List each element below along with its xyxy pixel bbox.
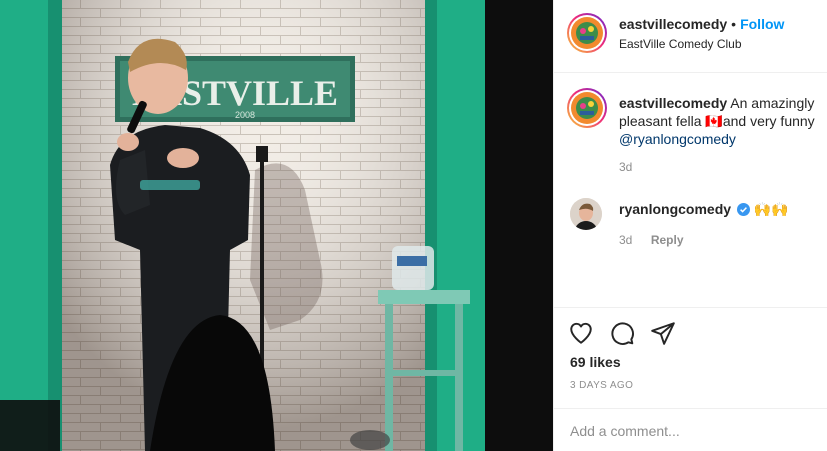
author-username[interactable]: eastvillecomedy — [619, 16, 727, 32]
caption-text: eastvillecomedy An amazingly pleasant fe… — [619, 94, 819, 148]
post-side-panel: eastvillecomedy • Follow EastVille Comedy … — [553, 0, 827, 451]
reply-button[interactable]: Reply — [651, 233, 684, 247]
canada-flag-emoji: 🇨🇦 — [705, 113, 723, 129]
caption-username[interactable]: eastvillecomedy — [619, 95, 727, 111]
separator-dot: • — [731, 16, 737, 32]
commenter-photo — [570, 198, 602, 230]
comment-text: 🙌🙌 — [753, 201, 789, 217]
comment-time[interactable]: 3d — [619, 233, 632, 247]
post-photo[interactable]: EASTVILLE 2008 — [0, 0, 553, 451]
comment-icon[interactable] — [609, 320, 635, 346]
comedy-stage-photo: EASTVILLE 2008 — [0, 0, 553, 451]
verified-badge-icon — [736, 202, 750, 220]
author-avatar[interactable] — [567, 13, 607, 53]
follow-button[interactable]: Follow — [740, 16, 784, 32]
heart-icon[interactable] — [568, 320, 594, 346]
add-comment-input[interactable] — [570, 421, 810, 441]
caption-time[interactable]: 3d — [619, 160, 632, 174]
eastville-logo-icon — [571, 92, 603, 124]
commenter-username[interactable]: ryanlongcomedy — [619, 201, 731, 217]
post-header: eastvillecomedy • Follow EastVille Comedy … — [554, 0, 827, 73]
likes-count[interactable]: 69 likes — [570, 354, 621, 370]
commenter-avatar[interactable] — [570, 198, 602, 230]
eastville-logo-icon — [571, 17, 603, 49]
post-actions: 69 likes 3 DAYS AGO — [554, 307, 827, 407]
share-icon[interactable] — [650, 320, 676, 346]
location-link[interactable]: EastVille Comedy Club — [619, 37, 742, 51]
caption-avatar[interactable] — [567, 88, 607, 128]
caption-body-2: and very funny — [722, 113, 815, 129]
add-comment-bar — [554, 408, 827, 451]
post-time[interactable]: 3 DAYS AGO — [570, 380, 633, 391]
sign-year: 2008 — [235, 110, 255, 120]
mention-link[interactable]: @ryanlongcomedy — [619, 131, 736, 147]
